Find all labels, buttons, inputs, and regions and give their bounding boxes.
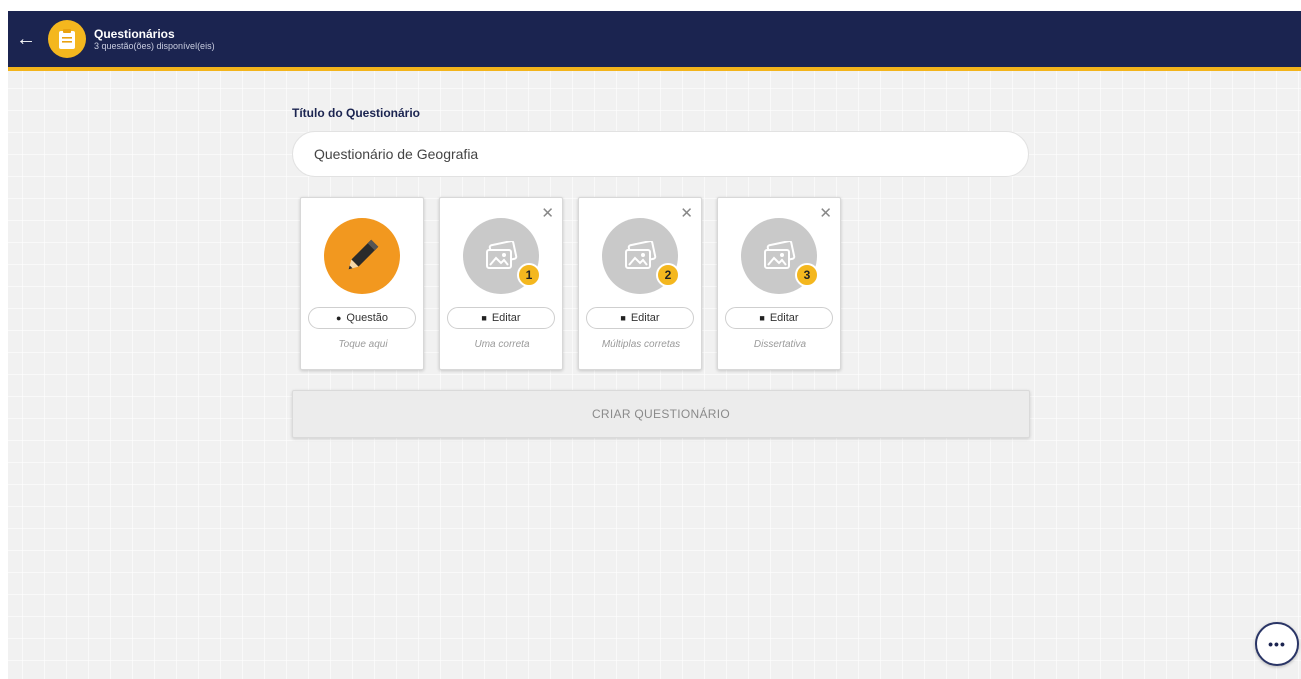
card-caption: Múltiplas corretas <box>601 339 681 350</box>
card-caption: Toque aqui <box>338 339 388 350</box>
close-icon[interactable]: ✕ <box>541 206 554 221</box>
more-options-button[interactable]: ••• <box>1255 622 1299 666</box>
edit-label: Editar <box>769 312 799 324</box>
arrow-left-icon[interactable]: ← <box>16 29 38 49</box>
edit-question-button[interactable]: ■ Editar <box>447 307 555 329</box>
app-title: Questionários <box>94 26 175 41</box>
question-number-badge: 2 <box>656 263 680 287</box>
add-question-label: Questão <box>346 312 389 324</box>
create-questionnaire-button[interactable]: CRIAR QUESTIONÁRIO <box>292 390 1030 438</box>
question-cards: ● Questão Toque aqui ✕ 1 ■ Editar Uma co… <box>300 197 841 370</box>
close-icon[interactable]: ✕ <box>819 206 832 221</box>
question-number-badge: 1 <box>517 263 541 287</box>
plus-circle-icon: ● <box>335 313 342 323</box>
clipboard-icon <box>48 20 86 58</box>
edit-icon: ■ <box>481 313 487 323</box>
app-subtitle: 3 questão(ões) disponível(eis) <box>94 40 215 51</box>
edit-label: Editar <box>630 312 660 324</box>
window-frame-top <box>0 0 1301 11</box>
questionnaire-title-input[interactable] <box>292 131 1029 177</box>
app-header: ← Questionários 3 questão(ões) disponíve… <box>8 11 1301 71</box>
card-caption: Dissertativa <box>753 339 807 350</box>
edit-question-button[interactable]: ■ Editar <box>586 307 694 329</box>
close-icon[interactable]: ✕ <box>680 206 693 221</box>
edit-icon: ■ <box>620 313 626 323</box>
question-card-1: ✕ 1 ■ Editar Uma correta <box>439 197 563 370</box>
edit-label: Editar <box>491 312 521 324</box>
title-field-label: Título do Questionário <box>292 106 420 120</box>
card-caption: Uma correta <box>474 339 530 350</box>
pencil-icon <box>324 218 400 294</box>
add-question-card[interactable]: ● Questão Toque aqui <box>300 197 424 370</box>
question-card-3: ✕ 3 ■ Editar Dissertativa <box>717 197 841 370</box>
window-frame-left <box>0 0 8 679</box>
question-card-2: ✕ 2 ■ Editar Múltiplas corretas <box>578 197 702 370</box>
add-question-button[interactable]: ● Questão <box>308 307 416 329</box>
edit-question-button[interactable]: ■ Editar <box>725 307 833 329</box>
edit-icon: ■ <box>759 313 765 323</box>
question-number-badge: 3 <box>795 263 819 287</box>
